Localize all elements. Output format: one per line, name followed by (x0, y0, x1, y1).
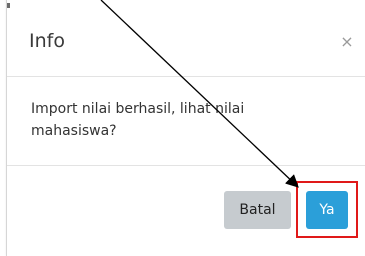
info-dialog: Info × Import nilai berhasil, lihat nila… (6, 0, 365, 256)
dialog-title: Info (29, 30, 65, 52)
dialog-footer: Batal Ya (7, 166, 365, 254)
cancel-button[interactable]: Batal (224, 191, 291, 229)
background-edge (7, 0, 365, 9)
dialog-body: Import nilai berhasil, lihat nilai mahas… (7, 77, 365, 166)
close-icon[interactable]: × (336, 31, 358, 53)
dialog-header: Info × (7, 13, 365, 77)
background-edge-mark (7, 3, 10, 8)
dialog-message: Import nilai berhasil, lihat nilai mahas… (31, 101, 245, 139)
highlight-box (296, 181, 358, 238)
